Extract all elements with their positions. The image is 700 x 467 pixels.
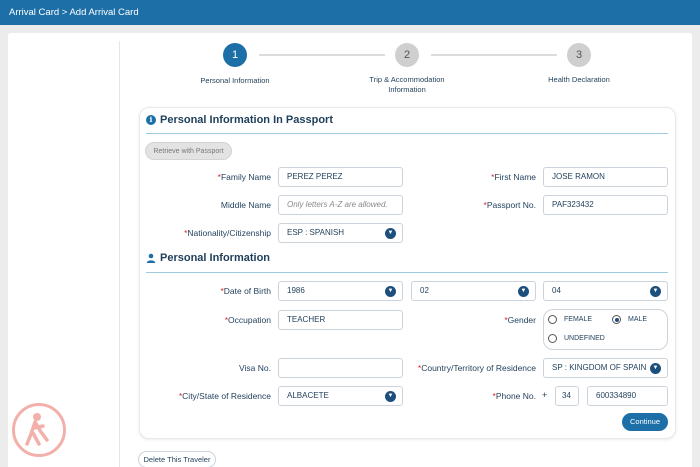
city-residence-value: ALBACETE — [287, 391, 329, 400]
dob-label-text: Date of Birth — [223, 286, 271, 296]
chevron-down-icon: ▼ — [385, 391, 396, 402]
first-name-label: *First Name — [491, 172, 536, 182]
passport-section-title: Personal Information In Passport — [160, 114, 333, 126]
visa-no-label: Visa No. — [239, 363, 271, 373]
walking-person-icon — [25, 413, 49, 446]
phone-label: *Phone No. — [492, 391, 536, 401]
nationality-value: ESP : SPANISH — [287, 228, 345, 237]
watermark-logo — [12, 403, 66, 457]
nationality-label: *Nationality/Citizenship — [184, 228, 271, 238]
gender-male-radio[interactable] — [612, 315, 621, 324]
top-bar: Arrival Card > Add Arrival Card — [0, 0, 700, 25]
nationality-label-text: Nationality/Citizenship — [187, 228, 271, 238]
dob-label: *Date of Birth — [220, 286, 271, 296]
city-residence-label: *City/State of Residence — [178, 391, 271, 401]
continue-button[interactable]: Continue — [622, 413, 668, 431]
occupation-input[interactable]: TEACHER — [278, 310, 403, 330]
personal-section-divider — [146, 272, 668, 273]
dob-month-value: 02 — [420, 286, 429, 295]
family-name-label: *Family Name — [217, 172, 271, 182]
city-residence-label-text: City/State of Residence — [182, 391, 271, 401]
left-panel — [8, 41, 120, 467]
passport-no-label-text: Passport No. — [486, 200, 536, 210]
delete-traveler-button[interactable]: Delete This Traveler — [138, 451, 216, 467]
step-3-circle[interactable]: 3 — [567, 43, 591, 67]
personal-section-title: Personal Information — [160, 252, 271, 264]
passport-no-label: *Passport No. — [483, 200, 536, 210]
breadcrumb: Arrival Card > Add Arrival Card — [9, 7, 139, 18]
gender-radio-group — [543, 309, 668, 350]
retrieve-with-passport-button[interactable]: Retrieve with Passport — [145, 142, 232, 160]
chevron-down-icon: ▼ — [518, 286, 529, 297]
chevron-down-icon: ▼ — [385, 286, 396, 297]
phone-number-input[interactable]: 600334890 — [587, 386, 668, 406]
chevron-down-icon: ▼ — [650, 286, 661, 297]
gender-label-text: Gender — [507, 315, 536, 325]
first-name-label-text: First Name — [494, 172, 536, 182]
gender-undefined-radio[interactable] — [548, 334, 557, 343]
middle-name-label: Middle Name — [220, 200, 271, 210]
country-residence-label-text: Country/Territory of Residence — [421, 363, 536, 373]
dob-day-select[interactable]: 04 ▼ — [543, 281, 668, 301]
passport-section-divider — [146, 133, 668, 134]
step-2-label-line-1: Trip & Accommodation — [369, 75, 445, 84]
step-connector-2 — [431, 54, 557, 56]
phone-plus-sign: + — [542, 390, 548, 400]
gender-label: *Gender — [504, 315, 536, 325]
gender-female-radio[interactable] — [548, 315, 557, 324]
dob-year-value: 1986 — [287, 286, 305, 295]
phone-label-text: Phone No. — [495, 391, 536, 401]
family-name-label-text: Family Name — [220, 172, 271, 182]
step-2-circle[interactable]: 2 — [395, 43, 419, 67]
middle-name-input[interactable]: Only letters A-Z are allowed. — [278, 195, 403, 215]
family-name-input[interactable]: PEREZ PEREZ — [278, 167, 403, 187]
step-1-label: Personal Information — [200, 76, 270, 85]
step-connector-1 — [259, 54, 385, 56]
dob-month-select[interactable]: 02 ▼ — [411, 281, 536, 301]
country-residence-value: SP : KINGDOM OF SPAIN — [552, 363, 647, 372]
gender-female-label[interactable]: FEMALE — [564, 316, 592, 323]
country-residence-select[interactable]: SP : KINGDOM OF SPAIN ▼ — [543, 358, 668, 378]
dob-year-select[interactable]: 1986 ▼ — [278, 281, 403, 301]
person-icon — [146, 253, 156, 263]
occupation-label: *Occupation — [224, 315, 271, 325]
dob-day-value: 04 — [552, 286, 561, 295]
chevron-down-icon: ▼ — [385, 228, 396, 239]
passport-no-input[interactable]: PAF323432 — [543, 195, 668, 215]
info-icon: i — [146, 115, 156, 125]
occupation-label-text: Occupation — [228, 315, 271, 325]
step-2-label: Trip & Accommodation Information — [357, 75, 457, 95]
chevron-down-icon: ▼ — [650, 363, 661, 374]
phone-country-code-input[interactable]: 34 — [555, 386, 579, 406]
country-residence-label: *Country/Territory of Residence — [417, 363, 536, 373]
step-3-label: Health Declaration — [548, 75, 610, 84]
gender-undefined-label[interactable]: UNDEFINED — [564, 335, 605, 342]
first-name-input[interactable]: JOSE RAMON — [543, 167, 668, 187]
gender-male-label[interactable]: MALE — [628, 316, 647, 323]
step-2-label-line-2: Information — [388, 85, 426, 94]
step-1-circle[interactable]: 1 — [223, 43, 247, 67]
visa-no-input[interactable] — [278, 358, 403, 378]
nationality-select[interactable]: ESP : SPANISH ▼ — [278, 223, 403, 243]
city-residence-select[interactable]: ALBACETE ▼ — [278, 386, 403, 406]
